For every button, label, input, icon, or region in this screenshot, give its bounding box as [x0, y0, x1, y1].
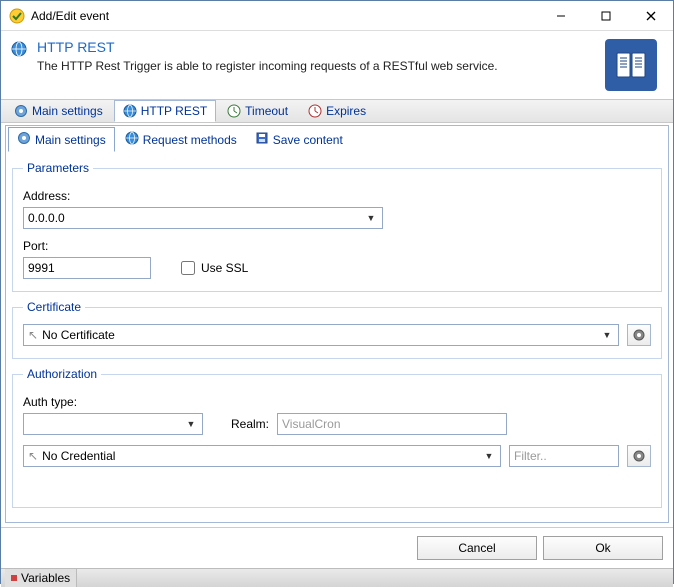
globe-icon — [123, 104, 137, 118]
certificate-fieldset: Certificate ↖ No Certificate ▼ — [12, 300, 662, 359]
clock-icon — [227, 104, 241, 118]
parameters-legend: Parameters — [23, 161, 93, 175]
certificate-legend: Certificate — [23, 300, 85, 314]
address-label: Address: — [23, 189, 651, 203]
chevron-down-icon: ▼ — [600, 330, 614, 340]
save-icon — [255, 131, 269, 148]
authorization-fieldset: Authorization Auth type: ▼ Realm: ↖ No Cr… — [12, 367, 662, 508]
certificate-combo[interactable]: ↖ No Certificate ▼ — [23, 324, 619, 346]
address-value: 0.0.0.0 — [28, 211, 65, 225]
auth-type-label: Auth type: — [23, 395, 651, 409]
certificate-value: No Certificate — [42, 328, 115, 342]
inner-tab-label: Save content — [273, 133, 343, 147]
credential-combo[interactable]: ↖ No Credential ▼ — [23, 445, 501, 467]
tab-http-rest[interactable]: HTTP REST — [114, 100, 216, 122]
clock-red-icon — [308, 104, 322, 118]
tab-label: Main settings — [32, 104, 103, 118]
status-dot-icon — [11, 575, 17, 581]
inner-tab-request-methods[interactable]: Request methods — [117, 128, 245, 151]
variables-label: Variables — [21, 571, 70, 585]
chevron-down-icon: ▼ — [482, 451, 496, 461]
chevron-down-icon: ▼ — [364, 213, 378, 223]
tab-expires[interactable]: Expires — [299, 100, 375, 122]
credential-settings-button[interactable] — [627, 445, 651, 467]
variables-status-item[interactable]: Variables — [5, 569, 77, 587]
help-book-icon[interactable] — [605, 39, 657, 91]
cursor-icon: ↖ — [28, 449, 38, 463]
window-title: Add/Edit event — [31, 9, 538, 23]
ok-button[interactable]: Ok — [543, 536, 663, 560]
app-icon — [9, 8, 25, 24]
realm-input[interactable] — [277, 413, 507, 435]
gear-icon — [17, 131, 31, 148]
filter-input[interactable] — [509, 445, 619, 467]
inner-tab-label: Request methods — [143, 133, 237, 147]
cancel-button[interactable]: Cancel — [417, 536, 537, 560]
globe-icon — [125, 131, 139, 148]
maximize-button[interactable] — [583, 1, 628, 30]
auth-type-combo[interactable]: ▼ — [23, 413, 203, 435]
cursor-icon: ↖ — [28, 328, 38, 342]
certificate-settings-button[interactable] — [627, 324, 651, 346]
use-ssl-label: Use SSL — [201, 261, 248, 275]
inner-tab-main-settings[interactable]: Main settings — [8, 127, 115, 152]
tab-timeout[interactable]: Timeout — [218, 100, 297, 122]
minimize-button[interactable] — [538, 1, 583, 30]
parameters-fieldset: Parameters Address: 0.0.0.0 ▼ Port: Use … — [12, 161, 662, 292]
authorization-legend: Authorization — [23, 367, 101, 381]
inner-tab-label: Main settings — [35, 133, 106, 147]
realm-label: Realm: — [231, 417, 269, 431]
globe-icon — [11, 41, 27, 57]
chevron-down-icon: ▼ — [184, 419, 198, 429]
tab-label: Timeout — [245, 104, 288, 118]
credential-value: No Credential — [42, 449, 115, 463]
tab-main-settings[interactable]: Main settings — [5, 100, 112, 122]
inner-tab-save-content[interactable]: Save content — [247, 128, 351, 151]
page-description: The HTTP Rest Trigger is able to registe… — [37, 59, 595, 73]
port-label: Port: — [23, 239, 651, 253]
gear-icon — [632, 328, 646, 342]
gear-icon — [14, 104, 28, 118]
gear-icon — [632, 449, 646, 463]
tab-label: Expires — [326, 104, 366, 118]
use-ssl-checkbox[interactable] — [181, 261, 195, 275]
page-title: HTTP REST — [37, 39, 595, 55]
address-combo[interactable]: 0.0.0.0 ▼ — [23, 207, 383, 229]
tab-label: HTTP REST — [141, 104, 207, 118]
close-button[interactable] — [628, 1, 673, 30]
port-input[interactable] — [23, 257, 151, 279]
